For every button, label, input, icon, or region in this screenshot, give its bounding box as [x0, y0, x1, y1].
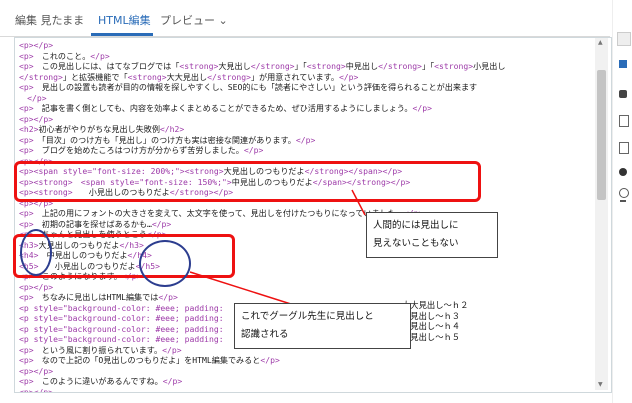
tab-wysiwyg[interactable]: 編集 見たまま	[15, 12, 84, 28]
code-line[interactable]: <p> 見出しの設置も読者が目的の情報を探しやすくし、SEO的にも「読者にやさし…	[19, 82, 505, 93]
callout-google: これでグーグル先生に見出しと 認識される	[234, 303, 411, 349]
code-line[interactable]: </strong>」と拡張機能で「<strong>大大見出し</strong>」…	[19, 72, 505, 83]
code-line[interactable]: <p> 「目次」のつけ方も「見出し」のつけ方も実は密接な関連があります。</p>	[19, 135, 505, 146]
editor-footer	[14, 395, 610, 403]
callout-google-text: これでグーグル先生に見出しと 認識される	[241, 311, 374, 340]
scroll-down-icon[interactable]: ▼	[598, 381, 603, 388]
code-line[interactable]: <p></p>	[19, 40, 505, 51]
code-line[interactable]: </p>	[19, 93, 505, 104]
code-line[interactable]: <p> この見出しには、はてなブログでは「<strong>大見出し</stron…	[19, 61, 505, 72]
heading-map-item: 大大見出し～ｈ２	[402, 300, 469, 310]
callout-human-text: 人間的には見出しに 見えないこともない	[373, 220, 459, 249]
puzzle-icon[interactable]	[619, 90, 627, 98]
tab-html-edit[interactable]: HTML編集	[98, 12, 151, 28]
heading-map-item: 大見出し～ｈ３	[402, 310, 461, 321]
tools-icon[interactable]	[617, 32, 631, 46]
h3-tag-oval	[20, 229, 52, 276]
document-icon[interactable]	[619, 115, 629, 127]
code-line[interactable]: <p></p>	[19, 282, 505, 293]
code-line[interactable]: <p> これのこと。</p>	[19, 51, 505, 62]
heading-map: 大大見出し～ｈ２ 大見出し～ｈ３ 中見出し～ｈ４ 小見出し～ｈ５	[402, 300, 469, 343]
pin-icon[interactable]	[620, 200, 626, 202]
code-line[interactable]: <p> 記事を書く側としても、内容を効率よくまとめることができるため、ぜひ活用す…	[19, 103, 505, 114]
code-line[interactable]: <p> このように違いがあるんですね。</p>	[19, 376, 505, 387]
code-line[interactable]: <p> なので上記の「O見出しのつもりだよ」をHTML編集でみると</p>	[19, 355, 505, 366]
circle-icon[interactable]	[619, 168, 627, 176]
code-line[interactable]: <p> ブログを始めたころはつけ方が分からず苦労しました。</p>	[19, 145, 505, 156]
code-line[interactable]: <p></p>	[19, 366, 505, 377]
span-highlight-box	[14, 161, 481, 202]
square-icon[interactable]	[619, 60, 627, 68]
scrollbar-thumb[interactable]	[597, 70, 606, 200]
document-icon[interactable]	[619, 142, 629, 154]
callout-human: 人間的には見出しに 見えないこともない	[366, 212, 498, 258]
editor-tabs: 編集 見たまま HTML編集 プレビュー ⌄	[0, 0, 632, 38]
code-line[interactable]: <p></p>	[19, 114, 505, 125]
h5-tag-oval	[139, 240, 191, 287]
clock-icon[interactable]	[619, 188, 629, 198]
heading-map-item: 小見出し～ｈ５	[402, 331, 461, 342]
heading-map-item: 中見出し～ｈ４	[402, 321, 461, 332]
scroll-up-icon[interactable]: ▲	[598, 39, 603, 46]
tab-preview[interactable]: プレビュー ⌄	[160, 12, 228, 28]
code-line[interactable]: <h2>初心者がやりがちな見出し失敗例</h2>	[19, 124, 505, 135]
code-line[interactable]: <p></p>	[19, 387, 505, 393]
